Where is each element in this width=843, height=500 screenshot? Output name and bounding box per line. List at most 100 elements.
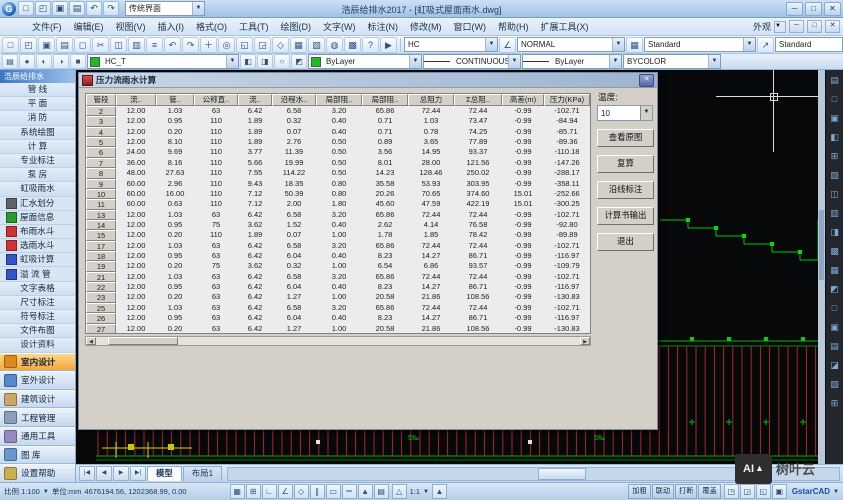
layer-on-icon[interactable]: ● [19,54,35,69]
print-icon[interactable]: ▤ [56,36,73,53]
prev-tab-button[interactable]: ◀ [96,466,112,481]
panel-icon[interactable]: ▤ [829,74,841,86]
table-row[interactable]: 27 12.00 0.20 63 6.42 1.27 1.00 20.58 21.86 108.5… [86,323,590,333]
chevron-down-icon[interactable]: ▼ [43,489,49,495]
panel-icon[interactable]: ▦ [829,264,841,276]
table-row[interactable]: 5 12.00 8.10 110 1.89 2.76 0.50 0.89 3.65 77.89 -0… [86,137,590,148]
sidebar-category[interactable]: 通用工具 [0,426,75,446]
panel-icon[interactable]: ⊞ [829,150,841,162]
app-open-icon[interactable]: ◰ [35,1,51,16]
column-header[interactable]: 局部阻.. [316,94,362,106]
menu-item[interactable]: 帮助(H) [492,18,535,35]
calculator-icon[interactable]: ▩ [344,36,361,53]
panel-icon[interactable]: ▧ [829,378,841,390]
scrollbar-thumb[interactable] [108,337,178,345]
sidebar-group[interactable]: 文件布图 [0,324,75,339]
status-toggle[interactable]: 打断 [675,484,698,499]
redo-icon[interactable]: ↷ [182,36,199,53]
chevron-down-icon[interactable]: ▼ [423,489,429,495]
sidebar-category[interactable]: 建筑设计 [0,389,75,409]
menu-item[interactable]: 插入(I) [152,18,191,35]
panel-icon[interactable]: ◫ [829,188,841,200]
layer-combo[interactable]: HC_T ▼ [87,54,239,69]
dyn-toggle-icon[interactable]: ▭ [325,484,341,499]
scrollbar-thumb[interactable] [819,210,824,280]
chevron-down-icon[interactable]: ▼ [774,20,786,33]
open-icon[interactable]: ◰ [20,36,37,53]
otrack-toggle-icon[interactable]: ∥ [309,484,325,499]
zoom-realtime-icon[interactable]: ◎ [218,36,235,53]
group-icon[interactable]: ◍ [326,36,343,53]
column-header[interactable]: 流.. [238,94,272,106]
menu-item[interactable]: 格式(O) [190,18,233,35]
chevron-down-icon[interactable]: ▼ [640,106,652,120]
panel-icon[interactable]: ◩ [829,283,841,295]
column-header[interactable]: 沿程水.. [272,94,316,106]
export-report-button[interactable]: 计算书输出 [597,207,654,225]
annotation-scale-value[interactable]: 1:1 [410,487,420,496]
layer-manager-icon[interactable]: ▦ [290,36,307,53]
scrollbar-thumb[interactable] [538,467,587,480]
table-row[interactable]: 3 12.00 0.95 110 1.89 0.32 0.40 0.71 1.03 73.47 -0… [86,116,590,127]
sidebar-group[interactable]: 消 防 [0,111,75,126]
table-row[interactable]: 19 12.00 0.20 75 3.62 0.32 1.00 6.54 6.86 93.57 -0… [86,261,590,272]
dim-style-icon[interactable]: ∠ [499,36,516,53]
layer-current-icon[interactable]: ■ [70,54,86,69]
mleader-style-icon[interactable]: ↗ [757,36,774,53]
sidebar-command[interactable]: 溢 流 管 [0,267,75,282]
sidebar-group[interactable]: 平 面 [0,97,75,112]
scale-indicator[interactable]: 比例 1:100 [4,486,40,497]
menu-item[interactable]: 扩展工具(X) [535,18,595,35]
chevron-down-icon[interactable]: ▼ [485,38,497,51]
sidebar-group[interactable]: 虹吸雨水 [0,182,75,197]
app-redo-icon[interactable]: ↷ [103,1,119,16]
table-row[interactable]: 13 12.00 1.03 63 6.42 6.58 3.20 65.86 72.44 72.44… [86,209,590,220]
table-row[interactable]: 21 12.00 1.03 63 6.42 6.58 3.20 65.86 72.44 72.44… [86,271,590,283]
table-row[interactable]: 2 12.00 1.03 63 6.42 6.58 3.20 65.86 72.44 72.44 -… [86,106,590,117]
chevron-down-icon[interactable]: ▼ [409,55,421,68]
help-icon[interactable]: ? [362,36,379,53]
osnap-toggle-icon[interactable]: ◇ [293,484,309,499]
panel-icon[interactable]: ◪ [829,359,841,371]
menu-item[interactable]: 视图(V) [110,18,152,35]
table-row[interactable]: 17 12.00 1.03 63 6.42 6.58 3.20 65.86 72.44 72.44… [86,240,590,252]
tab-layout1[interactable]: 布局1 [182,466,223,481]
panel-icon[interactable]: □ [829,93,841,105]
layer-states-icon[interactable]: ▧ [308,36,325,53]
doc-minimize-button[interactable]: ─ [789,20,804,33]
table-row[interactable]: 15 12.00 0.20 110 1.89 0.07 1.00 1.78 1.85 78.42 -… [86,230,590,241]
lineweight-combo[interactable]: ByLayer ▼ [522,54,622,69]
maximize-button[interactable]: □ [805,1,822,16]
annotation-visibility-icon[interactable]: △ [391,484,407,499]
table-row[interactable]: 9 60.00 2.96 110 9.43 18.35 0.80 35.58 53.93 303.… [86,178,590,189]
layer-isolate-icon[interactable]: ◨ [257,54,273,69]
workspace-combo[interactable]: 传统界面 ▼ [125,1,205,16]
first-tab-button[interactable]: |◀ [79,466,95,481]
chevron-down-icon[interactable]: ▼ [609,55,621,68]
sidebar-group[interactable]: 系统绘图 [0,125,75,140]
plot-preview-icon[interactable]: ◻ [74,36,91,53]
grid-toggle-icon[interactable]: ⊞ [245,484,261,499]
sidebar-category[interactable]: 室外设计 [0,371,75,390]
panel-icon[interactable]: ▨ [829,169,841,181]
table-row[interactable]: 10 60.00 16.00 110 7.12 50.39 0.80 20.26 70.65 37… [86,188,590,200]
sidebar-group[interactable]: 管 线 [0,83,75,98]
column-header[interactable]: 局部阻.. [362,94,408,106]
plot-style-combo[interactable]: BYCOLOR ▼ [623,54,721,69]
ortho-toggle-icon[interactable]: ∟ [261,484,277,499]
exit-button[interactable]: 退出 [597,233,654,251]
column-header[interactable]: 总阻力 [408,94,454,106]
paste-icon[interactable]: ▥ [128,36,145,53]
table-row[interactable]: 6 24.00 9.69 110 3.77 11.39 0.50 3.56 14.95 93.37… [86,147,590,158]
color-combo[interactable]: ByLayer ▼ [308,54,422,69]
app-print-icon[interactable]: ▤ [69,1,85,16]
panel-icon[interactable]: ◧ [829,131,841,143]
lwt-toggle-icon[interactable]: ＝ [341,484,357,499]
panel-icon[interactable]: ▥ [829,207,841,219]
sidebar-category[interactable]: 设置帮助 [0,464,75,483]
temperature-combo[interactable]: 10 ▼ [597,105,653,121]
layer-off-icon[interactable]: ○ [274,54,290,69]
column-header[interactable]: 高差(m) [502,94,544,106]
sidebar-group[interactable]: 尺寸标注 [0,295,75,310]
table-style-icon[interactable]: ▦ [626,36,643,53]
